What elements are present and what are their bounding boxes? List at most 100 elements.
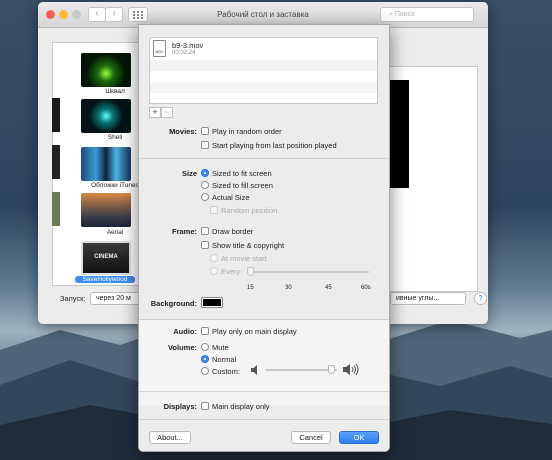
volume-label: Volume: <box>167 343 197 352</box>
checkbox-box[interactable] <box>201 141 209 149</box>
size-fit-radio[interactable]: Sized to fit screen <box>201 169 272 178</box>
movie-file-list[interactable]: MOV b9-3.mov 00:02:24 <box>149 37 378 104</box>
play-random-checkbox[interactable]: Play in random order <box>201 127 282 136</box>
about-button[interactable]: About... <box>149 431 191 444</box>
movies-label: Movies: <box>169 127 197 136</box>
saver-thumb-savehollywood[interactable]: CINEMA <box>81 241 131 275</box>
radio-button[interactable] <box>201 367 209 375</box>
separator <box>139 319 389 320</box>
start-label: Запуск: <box>60 294 86 303</box>
separator <box>139 419 389 420</box>
saver-label-selected: SaveHollywood <box>75 276 135 283</box>
hot-corners-label: ивные углы... <box>396 295 440 302</box>
audio-label: Audio: <box>173 327 197 336</box>
normal-radio[interactable]: Normal <box>201 355 236 364</box>
movie-file-icon: MOV <box>153 40 166 57</box>
screensaver-list[interactable]: Шквал Shell Обложки iTunes Aerial CINEMA… <box>52 42 152 286</box>
radio-button[interactable] <box>201 193 209 201</box>
size-actual-radio[interactable]: Actual Size <box>201 193 250 202</box>
tick-label: 30 <box>285 285 292 291</box>
cancel-button[interactable]: Cancel <box>291 431 331 444</box>
random-position-label: Random position <box>221 206 278 215</box>
help-icon: ? <box>478 294 483 303</box>
at-movie-start-label: At movie start <box>221 254 267 263</box>
start-last-position-checkbox[interactable]: Start playing from last position played <box>201 141 337 150</box>
show-title-checkbox[interactable]: Show title & copyright <box>201 241 284 250</box>
checkbox-box[interactable] <box>201 127 209 135</box>
draw-border-checkbox[interactable]: Draw border <box>201 227 253 236</box>
ok-button[interactable]: OK <box>339 431 379 444</box>
volume-slider[interactable] <box>265 369 337 371</box>
search-field[interactable]: ⌕ Поиск <box>380 7 474 22</box>
at-movie-start-radio[interactable]: At movie start <box>210 254 267 263</box>
thumb-edge <box>52 98 60 132</box>
every-label: Every: <box>221 267 243 276</box>
speaker-low-icon <box>251 365 257 375</box>
thumb-edge <box>52 192 60 226</box>
empty-row <box>150 82 377 93</box>
file-name: b9-3.mov <box>172 41 204 50</box>
about-label: About... <box>157 433 183 442</box>
saver-thumb-aerial[interactable] <box>81 193 131 227</box>
every-radio[interactable]: Every: <box>210 267 242 276</box>
separator <box>139 391 389 392</box>
cancel-label: Cancel <box>299 433 323 442</box>
radio-selected[interactable] <box>201 355 209 363</box>
ok-label: OK <box>353 433 365 442</box>
speaker-high-icon <box>343 363 359 376</box>
tick-label: 45 <box>325 285 332 291</box>
custom-label: Custom: <box>212 367 240 376</box>
plus-icon: + <box>152 107 158 117</box>
checkbox-box[interactable] <box>210 206 218 214</box>
size-fill-radio[interactable]: Sized to fill screen <box>201 181 273 190</box>
size-actual-label: Actual Size <box>212 193 250 202</box>
interval-slider-knob[interactable] <box>247 267 254 276</box>
hot-corners-button[interactable]: ивные углы... <box>390 292 466 305</box>
start-after-value: через 20 м <box>96 295 131 302</box>
file-row[interactable]: MOV b9-3.mov 00:02:24 <box>150 38 377 60</box>
saver-thumb-shkval[interactable] <box>81 53 131 87</box>
saver-thumb-itunes[interactable] <box>81 147 131 181</box>
draw-border-label: Draw border <box>212 227 254 236</box>
radio-selected[interactable] <box>201 169 209 177</box>
radio-button[interactable] <box>201 181 209 189</box>
radio-button[interactable] <box>210 254 218 262</box>
separator <box>139 158 389 159</box>
main-only-label: Main display only <box>212 402 270 411</box>
checkbox-box[interactable] <box>201 241 209 249</box>
radio-button[interactable] <box>210 267 218 275</box>
volume-slider-knob[interactable] <box>327 365 335 374</box>
search-placeholder: Поиск <box>394 11 415 18</box>
background-color-fill <box>203 299 221 306</box>
size-fill-label: Sized to fill screen <box>212 181 273 190</box>
only-main-label: Play only on main display <box>212 327 297 336</box>
mute-label: Mute <box>212 343 229 352</box>
main-display-only-checkbox[interactable]: Main display only <box>201 402 270 411</box>
savehollywood-options-sheet: MOV b9-3.mov 00:02:24 + − Movies: Play i… <box>138 24 390 452</box>
frame-label: Frame: <box>171 227 197 236</box>
title-interval-slider[interactable] <box>249 271 369 273</box>
saver-thumb-shell[interactable] <box>81 99 131 133</box>
only-main-display-checkbox[interactable]: Play only on main display <box>201 327 297 336</box>
thumb-edge <box>52 145 60 179</box>
start-after-popup[interactable]: через 20 м <box>90 292 140 305</box>
file-duration: 00:02:24 <box>172 50 196 56</box>
mute-radio[interactable]: Mute <box>201 343 229 352</box>
checkbox-box[interactable] <box>201 402 209 410</box>
background-label: Background: <box>150 299 197 308</box>
start-last-label: Start playing from last position played <box>212 141 337 150</box>
random-position-checkbox[interactable]: Random position <box>210 206 277 215</box>
help-button[interactable]: ? <box>474 292 487 305</box>
checkbox-box[interactable] <box>201 327 209 335</box>
background-color-well[interactable] <box>201 297 223 308</box>
custom-radio[interactable]: Custom: <box>201 367 240 376</box>
add-movie-button[interactable]: + <box>149 107 161 118</box>
checkbox-box[interactable] <box>201 227 209 235</box>
displays-label: Displays: <box>163 402 197 411</box>
empty-row <box>150 60 377 71</box>
show-title-label: Show title & copyright <box>212 241 285 250</box>
normal-label: Normal <box>212 355 237 364</box>
size-label: Size <box>181 169 197 178</box>
radio-button[interactable] <box>201 343 209 351</box>
remove-movie-button[interactable]: − <box>161 107 173 118</box>
